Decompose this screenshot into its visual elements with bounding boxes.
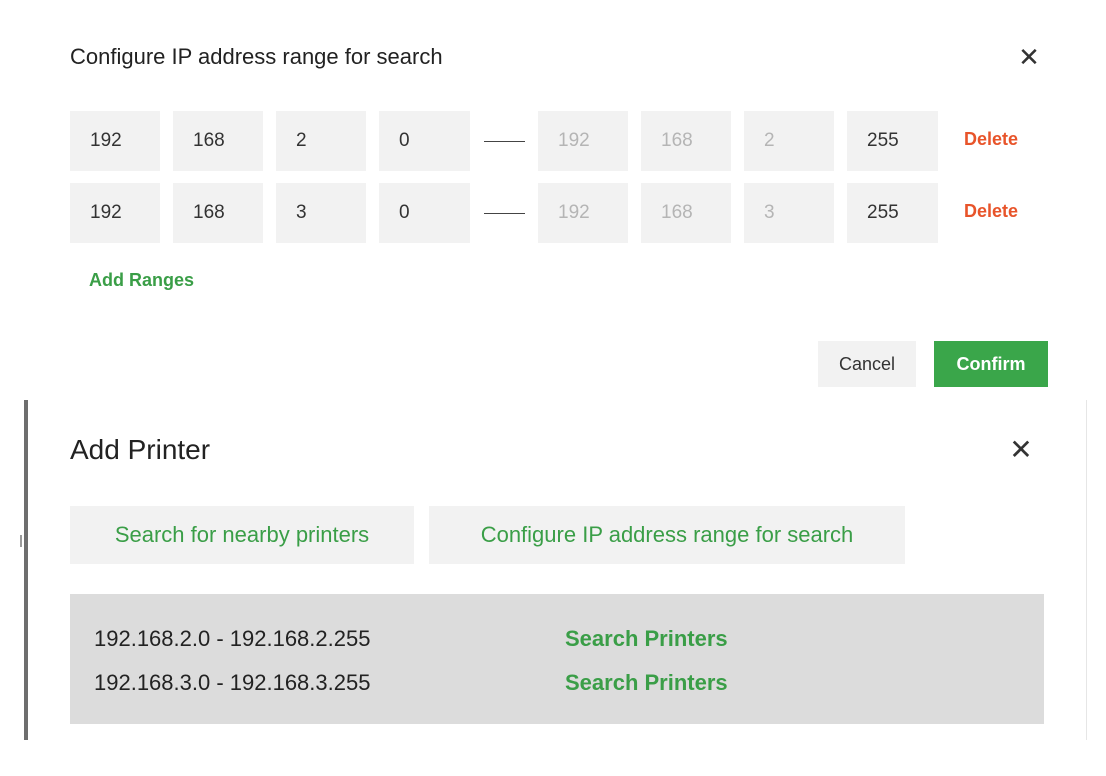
end-octet-2 xyxy=(641,111,731,171)
search-nearby-printers-button[interactable]: Search for nearby printers xyxy=(70,506,414,564)
delete-range-button[interactable]: Delete xyxy=(964,129,1018,150)
end-octet-1 xyxy=(538,111,628,171)
confirm-button[interactable]: Confirm xyxy=(934,341,1048,387)
cancel-button[interactable]: Cancel xyxy=(818,341,916,387)
divider-mark xyxy=(20,535,22,547)
range-separator xyxy=(484,213,525,214)
ip-range-results-list: 192.168.2.0 - 192.168.2.255 Search Print… xyxy=(70,594,1044,724)
range-row: Delete xyxy=(0,183,1106,243)
search-printers-link[interactable]: Search Printers xyxy=(565,670,728,696)
panel-right-divider xyxy=(1086,400,1087,740)
dialog-title: Configure IP address range for search xyxy=(70,44,443,69)
start-octet-3[interactable] xyxy=(276,183,366,243)
range-separator xyxy=(484,141,525,142)
range-row: Delete xyxy=(0,111,1106,171)
start-octet-2[interactable] xyxy=(173,111,263,171)
add-ranges-link[interactable]: Add Ranges xyxy=(89,270,194,291)
ip-range-text: 192.168.2.0 - 192.168.2.255 xyxy=(94,626,371,651)
start-octet-2[interactable] xyxy=(173,183,263,243)
page-title: Add Printer xyxy=(70,434,211,465)
end-octet-3 xyxy=(744,183,834,243)
close-icon[interactable]: ✕ xyxy=(1006,434,1036,466)
delete-range-button[interactable]: Delete xyxy=(964,201,1018,222)
configure-ip-range-button[interactable]: Configure IP address range for search xyxy=(429,506,905,564)
start-octet-1[interactable] xyxy=(70,183,160,243)
end-octet-4[interactable] xyxy=(847,183,938,243)
end-octet-3 xyxy=(744,111,834,171)
start-octet-4[interactable] xyxy=(379,111,470,171)
start-octet-3[interactable] xyxy=(276,111,366,171)
panel-left-border xyxy=(24,400,28,740)
end-octet-4[interactable] xyxy=(847,111,938,171)
page: Configure IP address range for search ✕ … xyxy=(0,0,1106,776)
start-octet-1[interactable] xyxy=(70,111,160,171)
ip-range-text: 192.168.3.0 - 192.168.3.255 xyxy=(94,670,371,695)
end-octet-2 xyxy=(641,183,731,243)
search-printers-link[interactable]: Search Printers xyxy=(565,626,728,652)
start-octet-4[interactable] xyxy=(379,183,470,243)
end-octet-1 xyxy=(538,183,628,243)
close-icon[interactable]: ✕ xyxy=(1016,42,1042,72)
